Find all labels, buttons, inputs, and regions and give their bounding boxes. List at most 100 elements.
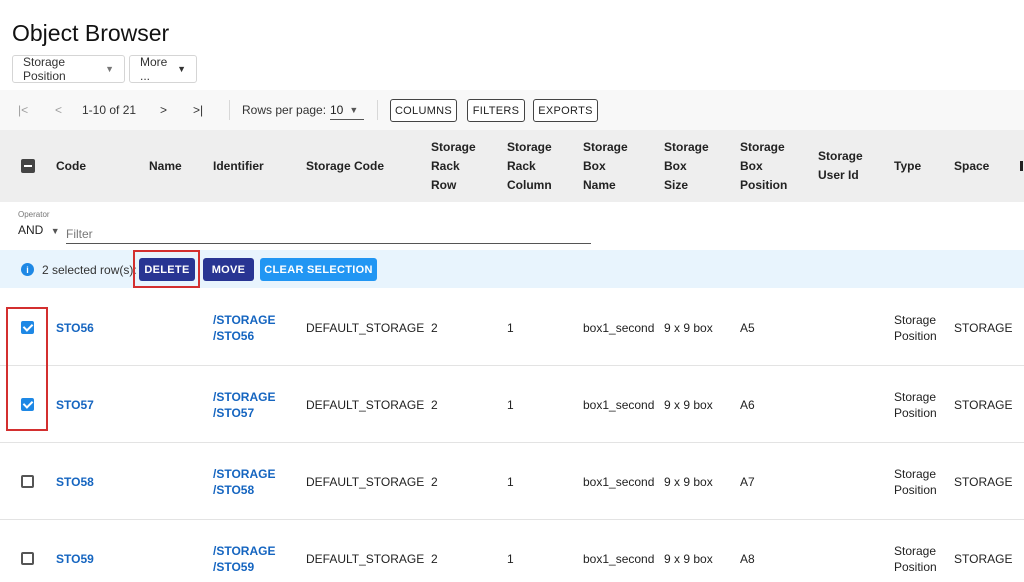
pagination-toolbar: |< < 1-10 of 21 > >| Rows per page: 10 ▼… <box>0 90 1024 130</box>
info-icon: i <box>21 263 34 276</box>
cell-rack-row: 2 <box>431 366 438 443</box>
cell-rack-row: 2 <box>431 289 438 366</box>
cell-box-size-text: 9 x 9 box <box>664 551 713 566</box>
cell-space-text: STORAGE <box>954 397 1013 412</box>
column-header-user-id[interactable]: Storage User Id <box>818 130 863 202</box>
column-header-rack-row[interactable]: Storage Rack Row <box>431 130 476 202</box>
cell-type: Storage Position <box>894 366 937 443</box>
cell-identifier[interactable]: /STORAGE /STO56 <box>213 289 275 366</box>
row-checkbox[interactable] <box>21 475 34 488</box>
last-page-icon[interactable]: >| <box>193 103 203 117</box>
cell-code-text[interactable]: STO57 <box>56 397 94 413</box>
column-header-code[interactable]: Code <box>56 130 86 202</box>
operator-select[interactable]: AND ▼ <box>18 223 60 237</box>
cell-rack-column: 1 <box>507 366 514 443</box>
cell-box-position: A5 <box>740 289 755 366</box>
cell-code[interactable]: STO57 <box>56 366 94 443</box>
column-header-identifier[interactable]: Identifier <box>213 130 264 202</box>
cell-box-position-text: A5 <box>740 320 755 335</box>
cell-box-name-text: box1_second <box>583 474 655 489</box>
selected-count-text: 2 selected row(s): <box>42 263 137 277</box>
rows-per-page-value: 10 <box>330 102 344 117</box>
more-dropdown[interactable]: More ... ▼ <box>129 55 197 83</box>
cell-code[interactable]: STO56 <box>56 289 94 366</box>
cell-code-text[interactable]: STO56 <box>56 320 94 336</box>
exports-button[interactable]: EXPORTS <box>533 99 598 122</box>
cell-box-name-text: box1_second <box>583 397 655 412</box>
cell-box-name: box1_second <box>583 366 654 443</box>
column-header-space[interactable]: Space <box>954 130 989 202</box>
chevron-down-icon: ▼ <box>177 64 186 74</box>
table-row[interactable]: STO57/STORAGE /STO57 DEFAULT_STORAGE 2 1 box… <box>0 366 1024 443</box>
chevron-down-icon: ▼ <box>349 104 359 115</box>
table-header: Code Name Identifier Storage Code Storag… <box>0 130 1024 202</box>
column-header-rack-column[interactable]: Storage Rack Column <box>507 130 552 202</box>
first-page-icon[interactable]: |< <box>18 103 28 117</box>
cell-space: STORAGE <box>954 443 1012 520</box>
column-header-storage-code[interactable]: Storage Code <box>306 130 384 202</box>
cell-identifier[interactable]: /STORAGE /STO57 <box>213 366 275 443</box>
select-all-checkbox[interactable] <box>21 159 35 173</box>
storage-position-label: Storage Position <box>23 55 66 83</box>
column-header-overflow <box>1020 130 1024 202</box>
cell-code-text[interactable]: STO59 <box>56 551 94 567</box>
cell-rack-column-text: 1 <box>507 474 514 489</box>
toolbar-divider <box>229 100 230 120</box>
cell-box-size-text: 9 x 9 box <box>664 474 713 489</box>
toolbar-divider <box>377 100 378 120</box>
cell-box-name-text: box1_second <box>583 551 655 566</box>
cell-type: Storage Position <box>894 289 937 366</box>
cell-identifier-text[interactable]: /STORAGE /STO59 <box>213 543 275 575</box>
cell-identifier-text[interactable]: /STORAGE /STO57 <box>213 389 275 421</box>
column-header-name[interactable]: Name <box>149 130 182 202</box>
row-checkbox[interactable] <box>21 552 34 565</box>
cell-storage-code: DEFAULT_STORAGE <box>306 443 424 520</box>
cell-identifier-text[interactable]: /STORAGE /STO56 <box>213 312 275 344</box>
column-header-box-position[interactable]: Storage Box Position <box>740 130 787 202</box>
cell-space-text: STORAGE <box>954 474 1013 489</box>
cell-box-position-text: A7 <box>740 474 755 489</box>
cell-type-text: Storage Position <box>894 312 937 343</box>
cell-space-text: STORAGE <box>954 551 1013 566</box>
cell-space: STORAGE <box>954 289 1012 366</box>
prev-page-icon[interactable]: < <box>55 103 62 117</box>
table-row[interactable]: STO56/STORAGE /STO56 DEFAULT_STORAGE 2 1 box… <box>0 289 1024 366</box>
next-page-icon[interactable]: > <box>160 103 167 117</box>
cell-rack-row-text: 2 <box>431 551 438 566</box>
cell-code-text[interactable]: STO58 <box>56 474 94 490</box>
cell-code[interactable]: STO59 <box>56 520 94 582</box>
columns-button[interactable]: COLUMNS <box>390 99 457 122</box>
column-header-type[interactable]: Type <box>894 130 921 202</box>
cell-storage-code-text: DEFAULT_STORAGE <box>306 320 425 335</box>
filters-button[interactable]: FILTERS <box>467 99 525 122</box>
cell-storage-code: DEFAULT_STORAGE <box>306 366 424 443</box>
cell-box-name: box1_second <box>583 289 654 366</box>
cell-identifier[interactable]: /STORAGE /STO59 <box>213 520 275 582</box>
cell-rack-column-text: 1 <box>507 397 514 412</box>
cell-type-text: Storage Position <box>894 543 937 574</box>
table-row[interactable]: STO58/STORAGE /STO58 DEFAULT_STORAGE 2 1 box… <box>0 443 1024 520</box>
move-button[interactable]: MOVE <box>203 258 254 281</box>
cell-storage-code-text: DEFAULT_STORAGE <box>306 474 425 489</box>
cell-box-size-text: 9 x 9 box <box>664 320 713 335</box>
cell-box-size: 9 x 9 box <box>664 366 713 443</box>
cell-box-size: 9 x 9 box <box>664 443 713 520</box>
column-header-box-size[interactable]: Storage Box Size <box>664 130 709 202</box>
column-header-box-name[interactable]: Storage Box Name <box>583 130 628 202</box>
cell-rack-row-text: 2 <box>431 320 438 335</box>
storage-position-dropdown[interactable]: Storage Position ▼ <box>12 55 125 83</box>
chevron-down-icon: ▼ <box>105 64 114 74</box>
table-row[interactable]: STO59/STORAGE /STO59 DEFAULT_STORAGE 2 1 box… <box>0 520 1024 582</box>
filter-row: Operator AND ▼ <box>0 202 1024 250</box>
filter-input[interactable] <box>66 224 591 244</box>
rows-per-page-select[interactable]: 10 ▼ <box>330 100 364 120</box>
cell-identifier[interactable]: /STORAGE /STO58 <box>213 443 275 520</box>
clear-selection-button[interactable]: CLEAR SELECTION <box>260 258 377 281</box>
cell-box-name: box1_second <box>583 520 654 582</box>
cell-space-text: STORAGE <box>954 320 1013 335</box>
cell-identifier-text[interactable]: /STORAGE /STO58 <box>213 466 275 498</box>
cell-rack-row: 2 <box>431 443 438 520</box>
cell-code[interactable]: STO58 <box>56 443 94 520</box>
operator-label: Operator <box>18 210 50 219</box>
cell-type: Storage Position <box>894 520 937 582</box>
